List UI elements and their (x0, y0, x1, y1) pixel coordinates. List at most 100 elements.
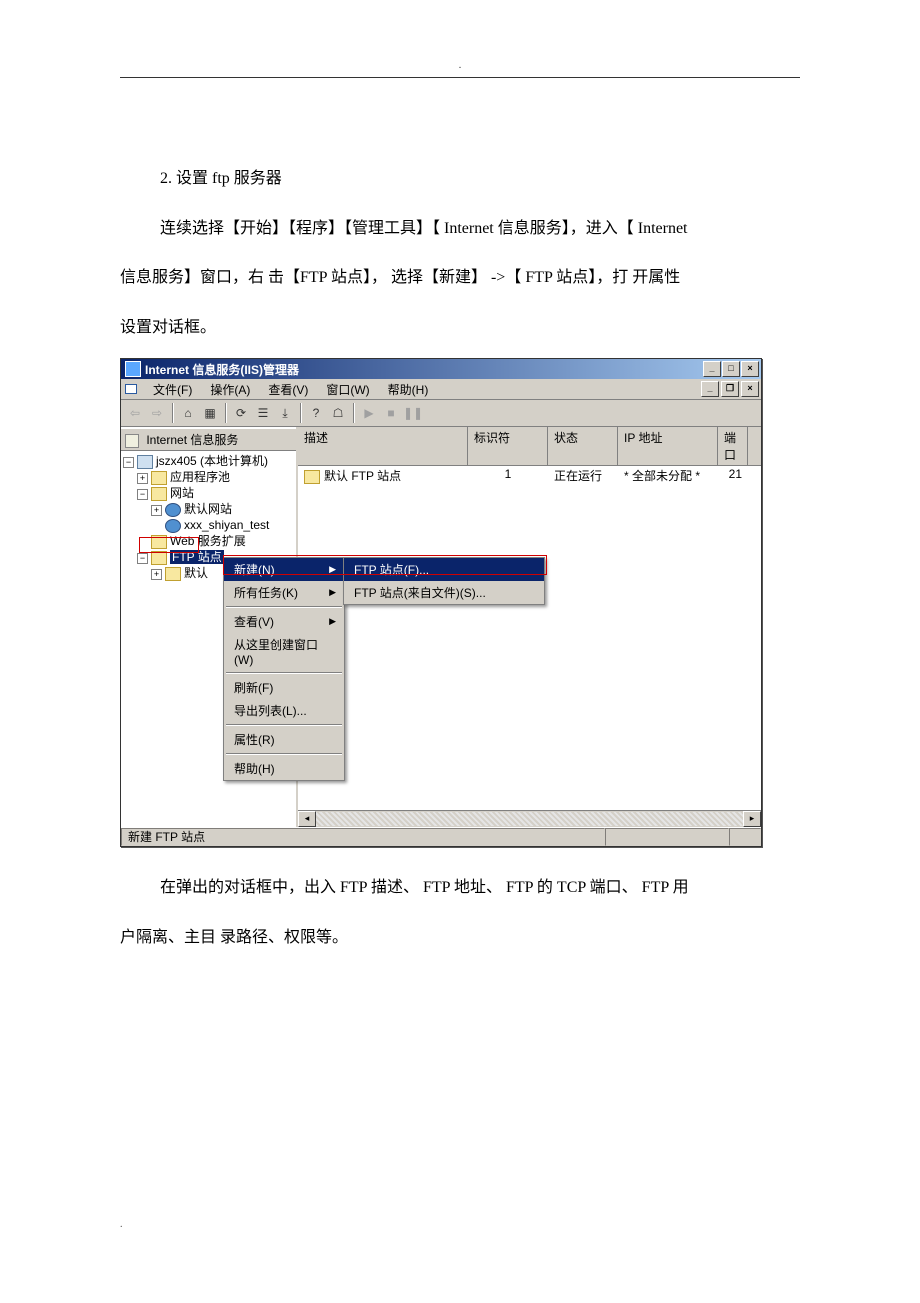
menu-window[interactable]: 窗口(W) (318, 379, 377, 400)
ctx-export[interactable]: 导出列表(L)... (224, 699, 344, 722)
tree-node-app-pool[interactable]: +应用程序池 (123, 469, 294, 485)
close-button[interactable]: × (741, 361, 759, 377)
chevron-right-icon: ▶ (329, 587, 336, 598)
menu-file[interactable]: 文件(F) (145, 379, 200, 400)
up-button[interactable]: ⌂ (178, 403, 198, 423)
stop-button[interactable]: ■ (381, 403, 401, 423)
scroll-right-button[interactable]: ▸ (743, 811, 761, 827)
pause-button[interactable]: ❚❚ (403, 403, 423, 423)
mdi-minimize-button[interactable]: _ (701, 381, 719, 397)
paragraph-3: 设置对话框。 (120, 307, 800, 349)
step-title: 2. 设置 ftp 服务器 (120, 158, 800, 200)
ctx-help-label: 帮助(H) (234, 760, 275, 777)
footer-dot: . (120, 1219, 800, 1230)
cell-ip: * 全部未分配 * (618, 467, 718, 484)
ctx-tasks[interactable]: 所有任务(K) ▶ (224, 581, 344, 604)
status-text: 新建 FTP 站点 (121, 828, 605, 846)
ctx-refresh[interactable]: 刷新(F) (224, 676, 344, 699)
folder-icon (165, 567, 181, 581)
ctx-help[interactable]: 帮助(H) (224, 757, 344, 780)
ctx-refresh-label: 刷新(F) (234, 679, 273, 696)
submenu-ftp-site-file[interactable]: FTP 站点(来自文件)(S)... (344, 581, 544, 604)
submenu-ftp-site-file-label: FTP 站点(来自文件)(S)... (354, 584, 486, 601)
col-identifier[interactable]: 标识符 (468, 427, 548, 465)
ctx-properties[interactable]: 属性(R) (224, 728, 344, 751)
ctx-newwin-label: 从这里创建窗口(W) (234, 636, 336, 667)
play-button[interactable]: ▶ (359, 403, 379, 423)
tree-node-web-ext[interactable]: Web 服务扩展 (123, 533, 294, 549)
col-ip[interactable]: IP 地址 (618, 427, 718, 465)
window-title: Internet 信息服务(IIS)管理器 (145, 361, 703, 378)
list-row[interactable]: 默认 FTP 站点 1 正在运行 * 全部未分配 * 21 (298, 466, 761, 485)
help-toolbar-button[interactable]: ? (306, 403, 326, 423)
status-bar: 新建 FTP 站点 (121, 827, 761, 846)
menu-action[interactable]: 操作(A) (202, 379, 258, 400)
separator (226, 672, 342, 674)
iis-manager-window: Internet 信息服务(IIS)管理器 _ □ × 文件(F) 操作(A) … (120, 358, 762, 847)
menu-view[interactable]: 查看(V) (260, 379, 316, 400)
menu-bar: 文件(F) 操作(A) 查看(V) 窗口(W) 帮助(H) _ ❐ × (121, 379, 761, 400)
mdi-restore-button[interactable]: ❐ (721, 381, 739, 397)
header-dot: . (120, 60, 800, 71)
tree-header-label: Internet 信息服务 (146, 433, 238, 447)
separator (226, 606, 342, 608)
globe-icon (165, 519, 181, 533)
context-submenu: FTP 站点(F)... FTP 站点(来自文件)(S)... (343, 557, 545, 605)
cell-id: 1 (468, 467, 548, 484)
menu-help[interactable]: 帮助(H) (380, 379, 437, 400)
folder-icon (151, 487, 167, 501)
ctx-view-label: 查看(V) (234, 613, 274, 630)
forward-button[interactable]: ⇨ (147, 403, 167, 423)
globe-icon (165, 503, 181, 517)
scroll-left-button[interactable]: ◂ (298, 811, 316, 827)
folder-icon (151, 551, 167, 565)
separator (226, 724, 342, 726)
tree-node-computer[interactable]: −jszx405 (本地计算机) (123, 453, 294, 469)
ctx-newwin[interactable]: 从这里创建窗口(W) (224, 633, 344, 670)
tree-node-sites[interactable]: −网站 (123, 485, 294, 501)
paragraph-2: 信息服务】窗口，右 击【FTP 站点】， 选择【新建】 ->【 FTP 站点】，… (120, 257, 800, 299)
col-port[interactable]: 端口 (718, 427, 748, 465)
server-icon (125, 434, 139, 448)
cell-stat: 正在运行 (548, 467, 618, 484)
col-description[interactable]: 描述 (298, 427, 468, 465)
tree-node-xxx-site[interactable]: xxx_shiyan_test (123, 517, 294, 533)
ctx-new-label: 新建(N) (234, 561, 275, 578)
mdi-icon (123, 381, 139, 397)
ctx-tasks-label: 所有任务(K) (234, 584, 298, 601)
chevron-right-icon: ▶ (329, 616, 336, 627)
scroll-track[interactable] (316, 812, 743, 826)
show-hide-tree-button[interactable]: ▦ (200, 403, 220, 423)
paragraph-5: 户隔离、主目 录路径、权限等。 (120, 917, 800, 959)
toolbar: ⇦ ⇨ ⌂ ▦ ⟳ ☰ ⤓ ? ☖ ▶ ■ ❚❚ (121, 400, 761, 427)
tree-node-default-site[interactable]: +默认网站 (123, 501, 294, 517)
horizontal-scrollbar[interactable]: ◂ ▸ (298, 810, 761, 827)
export-toolbar-button[interactable]: ⤓ (275, 403, 295, 423)
context-menu: 新建(N) ▶ 所有任务(K) ▶ 查看(V) ▶ 从这里创建窗口(W) 刷新( (223, 557, 345, 781)
folder-icon (151, 535, 167, 549)
col-status[interactable]: 状态 (548, 427, 618, 465)
folder-icon (304, 470, 320, 484)
ctx-props-label: 属性(R) (234, 731, 275, 748)
separator (226, 753, 342, 755)
header-rule (120, 77, 800, 78)
ctx-new[interactable]: 新建(N) ▶ (224, 558, 344, 581)
paragraph-4: 在弹出的对话框中，出入 FTP 描述、 FTP 地址、 FTP 的 TCP 端口… (120, 867, 800, 909)
cell-desc: 默认 FTP 站点 (324, 469, 401, 483)
computer-icon (137, 455, 153, 469)
ctx-view[interactable]: 查看(V) ▶ (224, 610, 344, 633)
back-button[interactable]: ⇦ (125, 403, 145, 423)
refresh-toolbar-button[interactable]: ⟳ (231, 403, 251, 423)
properties-toolbar-button[interactable]: ☰ (253, 403, 273, 423)
task-toolbar-button[interactable]: ☖ (328, 403, 348, 423)
cell-port: 21 (718, 467, 748, 484)
minimize-button[interactable]: _ (703, 361, 721, 377)
chevron-right-icon: ▶ (329, 564, 336, 575)
maximize-button[interactable]: □ (722, 361, 740, 377)
list-pane: 描述 标识符 状态 IP 地址 端口 默认 FTP 站点 1 正在运行 * 全部… (298, 427, 761, 827)
window-titlebar: Internet 信息服务(IIS)管理器 _ □ × (121, 359, 761, 379)
submenu-ftp-site[interactable]: FTP 站点(F)... (344, 558, 544, 581)
ctx-export-label: 导出列表(L)... (234, 702, 307, 719)
status-cell-2 (605, 828, 729, 846)
mdi-close-button[interactable]: × (741, 381, 759, 397)
